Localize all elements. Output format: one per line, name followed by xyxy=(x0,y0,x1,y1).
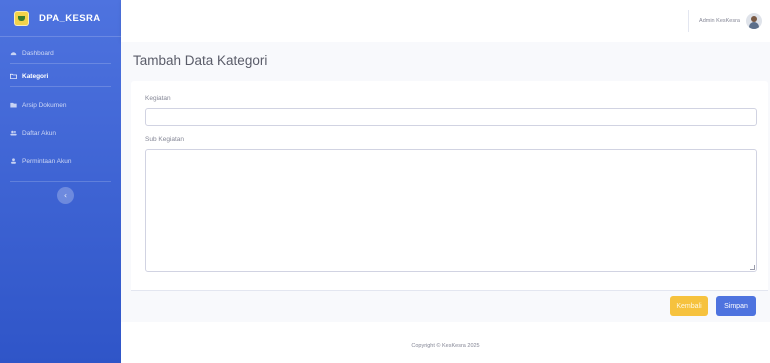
brand-logo-icon xyxy=(14,10,29,26)
avatar xyxy=(746,13,762,29)
kegiatan-input[interactable] xyxy=(145,108,757,126)
page-title: Tambah Data Kategori xyxy=(133,53,268,68)
user-icon xyxy=(11,158,16,164)
save-button[interactable]: Simpan xyxy=(716,296,756,316)
sidebar-item-permintaan-akun[interactable]: Permintaan Akun xyxy=(0,151,121,171)
sidebar-item-label: Kategori xyxy=(22,72,49,80)
kegiatan-label: Kegiatan xyxy=(145,95,171,102)
users-icon xyxy=(10,130,17,136)
sidebar-item-dashboard[interactable]: Dashboard xyxy=(0,43,121,63)
back-button[interactable]: Kembali xyxy=(670,296,708,316)
brand[interactable]: DPA_KESRA xyxy=(0,0,121,37)
sidebar-toggle-button[interactable]: ‹ xyxy=(57,187,74,204)
nav-divider xyxy=(10,181,111,182)
nav-divider xyxy=(10,86,111,87)
user-menu[interactable]: Admin KesKesra xyxy=(688,10,762,32)
dashboard-icon xyxy=(10,52,17,56)
sidebar-item-daftar-akun[interactable]: Daftar Akun xyxy=(0,123,121,143)
resize-handle-icon[interactable] xyxy=(750,265,755,270)
sidebar-item-label: Dashboard xyxy=(22,49,54,57)
sidebar-item-label: Arsip Dokumen xyxy=(22,101,67,109)
user-name: Admin KesKesra xyxy=(699,18,740,24)
sub-kegiatan-textarea[interactable] xyxy=(145,149,757,272)
sidebar-item-label: Daftar Akun xyxy=(22,129,56,137)
topbar: Admin KesKesra xyxy=(121,0,770,42)
sidebar-item-label: Permintaan Akun xyxy=(22,157,72,165)
sidebar-item-arsip-dokumen[interactable]: Arsip Dokumen xyxy=(0,95,121,115)
folder-icon xyxy=(10,73,17,79)
sidebar: DPA_KESRA Dashboard Kategori Arsip Dokum… xyxy=(0,0,121,363)
copyright-footer: Copyright © KesKesra 2025 xyxy=(411,343,480,349)
chevron-left-icon: ‹ xyxy=(63,190,68,200)
brand-name: DPA_KESRA xyxy=(39,12,101,24)
sidebar-item-kategori[interactable]: Kategori xyxy=(0,66,121,86)
nav-divider xyxy=(10,63,111,64)
archive-icon xyxy=(10,102,17,108)
sub-kegiatan-label: Sub Kegiatan xyxy=(145,136,185,143)
